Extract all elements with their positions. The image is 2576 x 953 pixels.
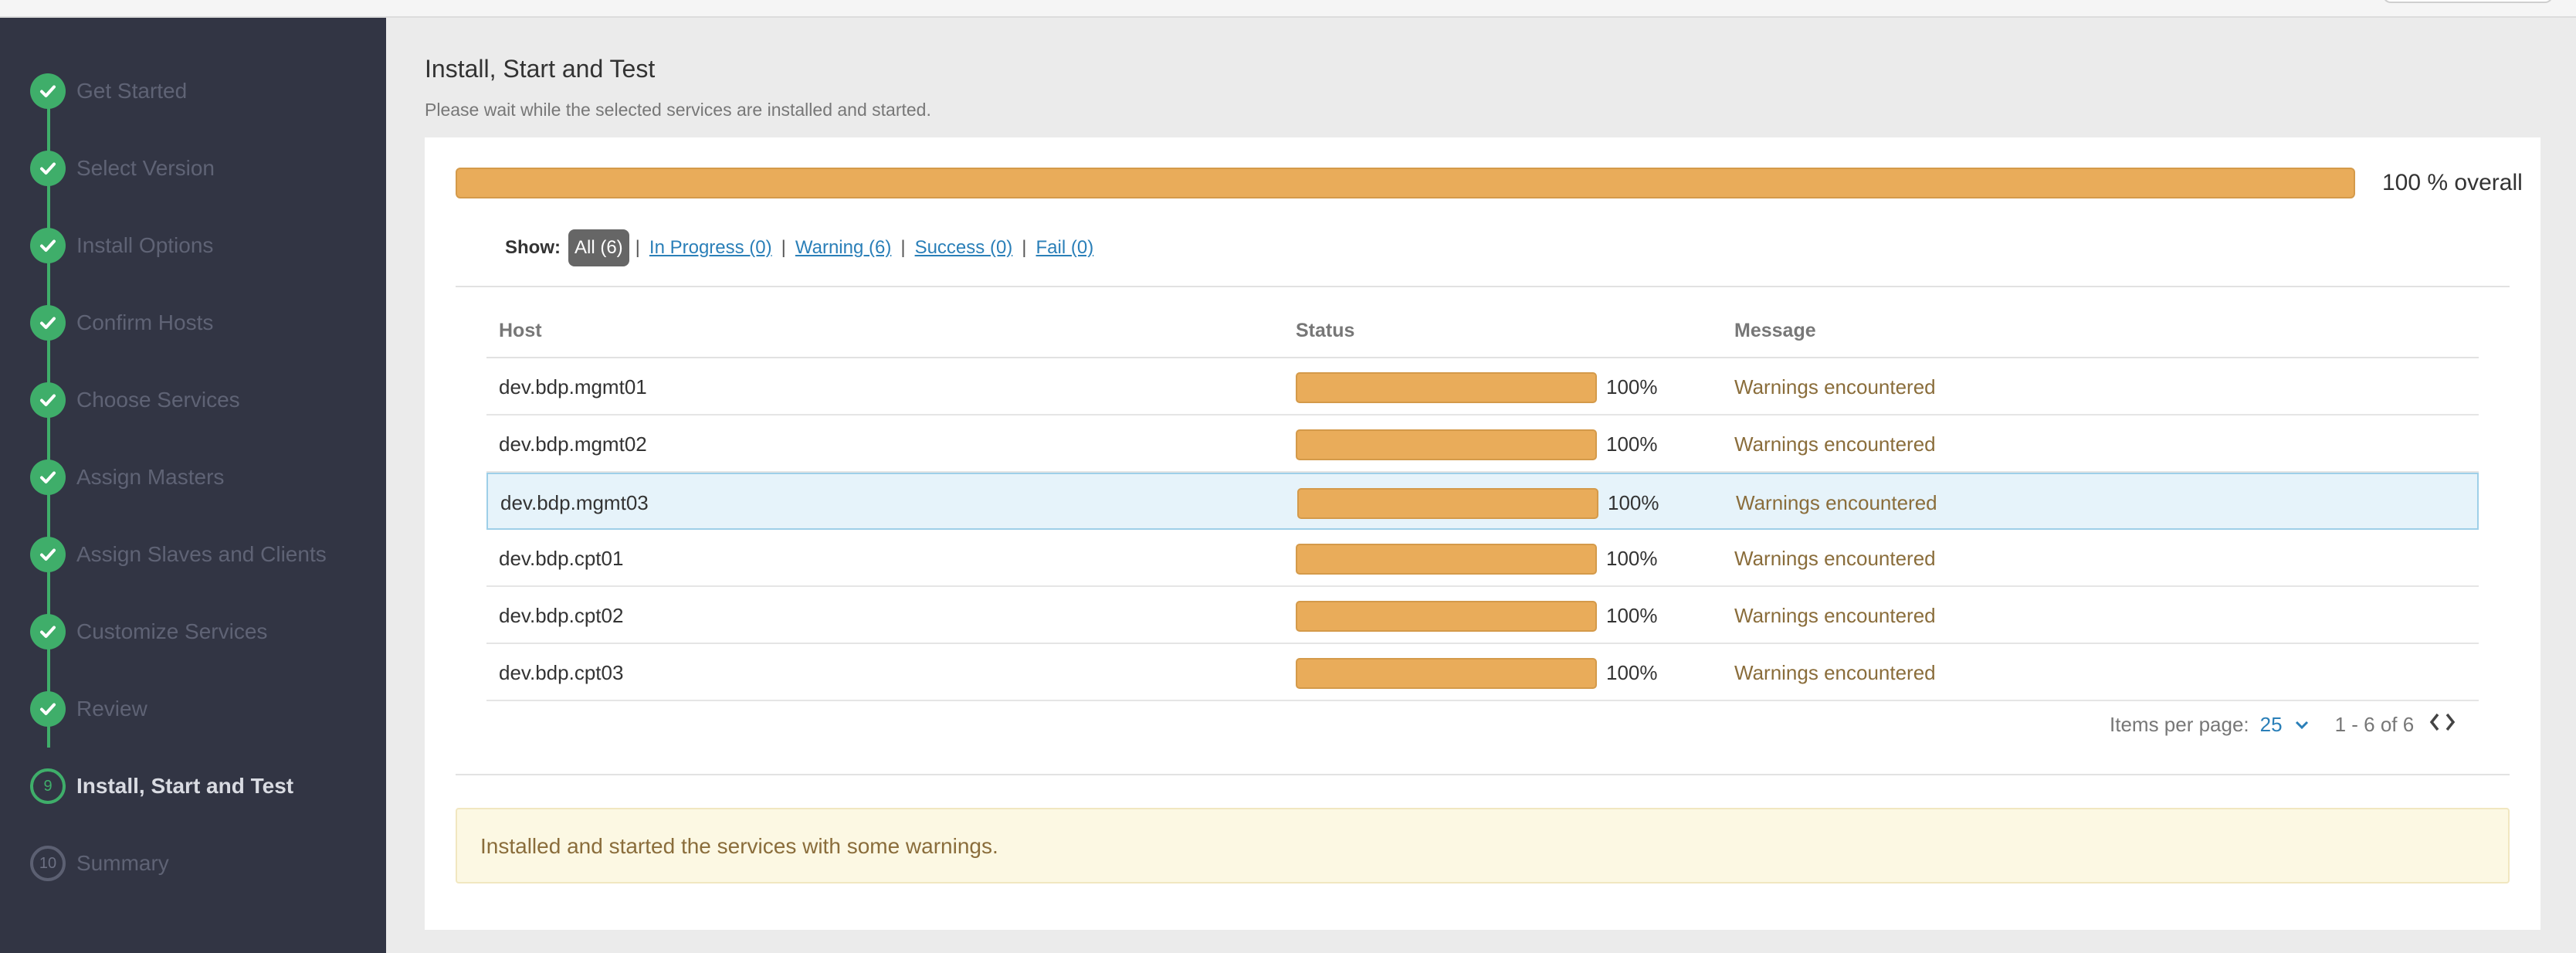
column-header-status: Status <box>1296 320 1355 341</box>
result-alert-text: Installed and started the services with … <box>480 834 998 858</box>
table-row[interactable]: dev.bdp.mgmt01 100% Warnings encountered <box>486 358 2479 415</box>
content-panel: 100 % overall Show: All (6) | In Progres… <box>425 137 2540 930</box>
step-choose-services[interactable]: Choose Services <box>0 377 386 423</box>
host-message-link[interactable]: Warnings encountered <box>1736 491 1937 515</box>
table-row[interactable]: dev.bdp.mgmt02 100% Warnings encountered <box>486 415 2479 473</box>
items-per-page-label: Items per page: <box>2110 712 2249 736</box>
host-message-link[interactable]: Warnings encountered <box>1734 661 1936 685</box>
table-header: Host Status Message <box>486 307 2479 358</box>
host-progress-bar <box>1296 544 1597 575</box>
step-get-started[interactable]: Get Started <box>0 68 386 114</box>
step-label: Summary <box>76 851 169 875</box>
step-customize-services[interactable]: Customize Services <box>0 609 386 655</box>
filter-fail[interactable]: Fail (0) <box>1036 237 1094 259</box>
check-icon <box>30 151 66 186</box>
host-message-link[interactable]: Warnings encountered <box>1734 547 1936 571</box>
filter-separator: | <box>1022 237 1027 258</box>
step-label: Install, Start and Test <box>76 774 294 798</box>
step-assign-masters[interactable]: Assign Masters <box>0 454 386 500</box>
filter-warning[interactable]: Warning (6) <box>795 237 891 259</box>
host-progress-percent: 100% <box>1608 491 1659 514</box>
filter-success[interactable]: Success (0) <box>915 237 1013 259</box>
host-progress-percent: 100% <box>1606 547 1658 570</box>
host-progress-bar <box>1296 429 1597 460</box>
result-alert: Installed and started the services with … <box>456 808 2510 883</box>
check-icon <box>30 305 66 341</box>
chevron-left-icon[interactable] <box>2429 711 2440 738</box>
host-message-link[interactable]: Warnings encountered <box>1734 604 1936 628</box>
step-summary[interactable]: 10 Summary <box>0 840 386 887</box>
page-title: Install, Start and Test <box>425 55 656 83</box>
host-progress-bar <box>1296 601 1597 632</box>
host-progress-bar <box>1296 372 1597 403</box>
step-select-version[interactable]: Select Version <box>0 145 386 192</box>
host-progress-percent: 100% <box>1606 604 1658 627</box>
check-icon <box>30 382 66 418</box>
step-label: Assign Masters <box>76 465 225 489</box>
table-row-highlighted[interactable]: dev.bdp.mgmt03 100% Warnings encountered <box>486 473 2479 530</box>
top-bar-button[interactable] <box>2383 0 2553 3</box>
check-icon <box>30 691 66 727</box>
chevron-right-icon[interactable] <box>2445 711 2456 738</box>
host-name: dev.bdp.cpt03 <box>499 661 624 684</box>
filter-in-progress[interactable]: In Progress (0) <box>649 237 772 259</box>
step-install-options[interactable]: Install Options <box>0 222 386 269</box>
filter-separator: | <box>635 237 640 258</box>
host-name: dev.bdp.cpt02 <box>499 604 624 627</box>
step-label: Choose Services <box>76 388 240 412</box>
divider <box>456 774 2510 775</box>
top-bar <box>0 0 2576 18</box>
filter-separator: | <box>900 237 906 258</box>
check-icon <box>30 537 66 572</box>
page-subtitle: Please wait while the selected services … <box>425 100 931 120</box>
filter-separator: | <box>781 237 786 258</box>
wizard-sidebar: Get Started Select Version Install Optio… <box>0 18 386 953</box>
host-name: dev.bdp.mgmt02 <box>499 432 647 456</box>
host-progress-bar <box>1297 488 1598 519</box>
step-confirm-hosts[interactable]: Confirm Hosts <box>0 300 386 346</box>
check-icon <box>30 228 66 263</box>
status-filter: Show: All (6) | In Progress (0) | Warnin… <box>505 227 1093 269</box>
pagination: Items per page: 25 1 - 6 of 6 <box>2110 707 2456 741</box>
step-number-badge: 9 <box>30 768 66 804</box>
overall-progress-text: 100 % overall <box>2382 170 2523 195</box>
step-assign-slaves-and-clients[interactable]: Assign Slaves and Clients <box>0 531 386 578</box>
step-label: Review <box>76 697 147 721</box>
step-label: Select Version <box>76 156 215 180</box>
column-header-message: Message <box>1734 320 1816 341</box>
step-label: Assign Slaves and Clients <box>76 542 327 566</box>
step-number-badge: 10 <box>30 846 66 881</box>
step-label: Get Started <box>76 79 188 103</box>
host-progress-percent: 100% <box>1606 661 1658 684</box>
filter-all[interactable]: All (6) <box>568 229 629 266</box>
host-message-link[interactable]: Warnings encountered <box>1734 432 1936 456</box>
host-name: dev.bdp.cpt01 <box>499 547 624 570</box>
check-icon <box>30 460 66 495</box>
host-progress-percent: 100% <box>1606 432 1658 456</box>
table-row[interactable]: dev.bdp.cpt01 100% Warnings encountered <box>486 530 2479 587</box>
pagination-range: 1 - 6 of 6 <box>2334 712 2415 736</box>
filter-show-label: Show: <box>505 237 561 258</box>
column-header-host: Host <box>499 320 542 341</box>
host-progress-bar <box>1296 658 1597 689</box>
step-review[interactable]: Review <box>0 686 386 732</box>
step-install-start-and-test[interactable]: 9 Install, Start and Test <box>0 763 386 809</box>
divider <box>456 286 2510 287</box>
step-label: Customize Services <box>76 619 268 643</box>
host-name: dev.bdp.mgmt01 <box>499 375 647 398</box>
host-message-link[interactable]: Warnings encountered <box>1734 375 1936 399</box>
items-per-page-select[interactable]: 25 <box>2260 713 2283 737</box>
check-icon <box>30 614 66 649</box>
check-icon <box>30 73 66 109</box>
step-label: Install Options <box>76 233 214 257</box>
host-name: dev.bdp.mgmt03 <box>500 491 649 514</box>
chevron-down-icon[interactable] <box>2295 714 2309 734</box>
overall-progress-bar <box>456 168 2355 198</box>
table-row[interactable]: dev.bdp.cpt03 100% Warnings encountered <box>486 644 2479 701</box>
table-row[interactable]: dev.bdp.cpt02 100% Warnings encountered <box>486 587 2479 644</box>
host-progress-percent: 100% <box>1606 375 1658 398</box>
step-label: Confirm Hosts <box>76 310 214 334</box>
